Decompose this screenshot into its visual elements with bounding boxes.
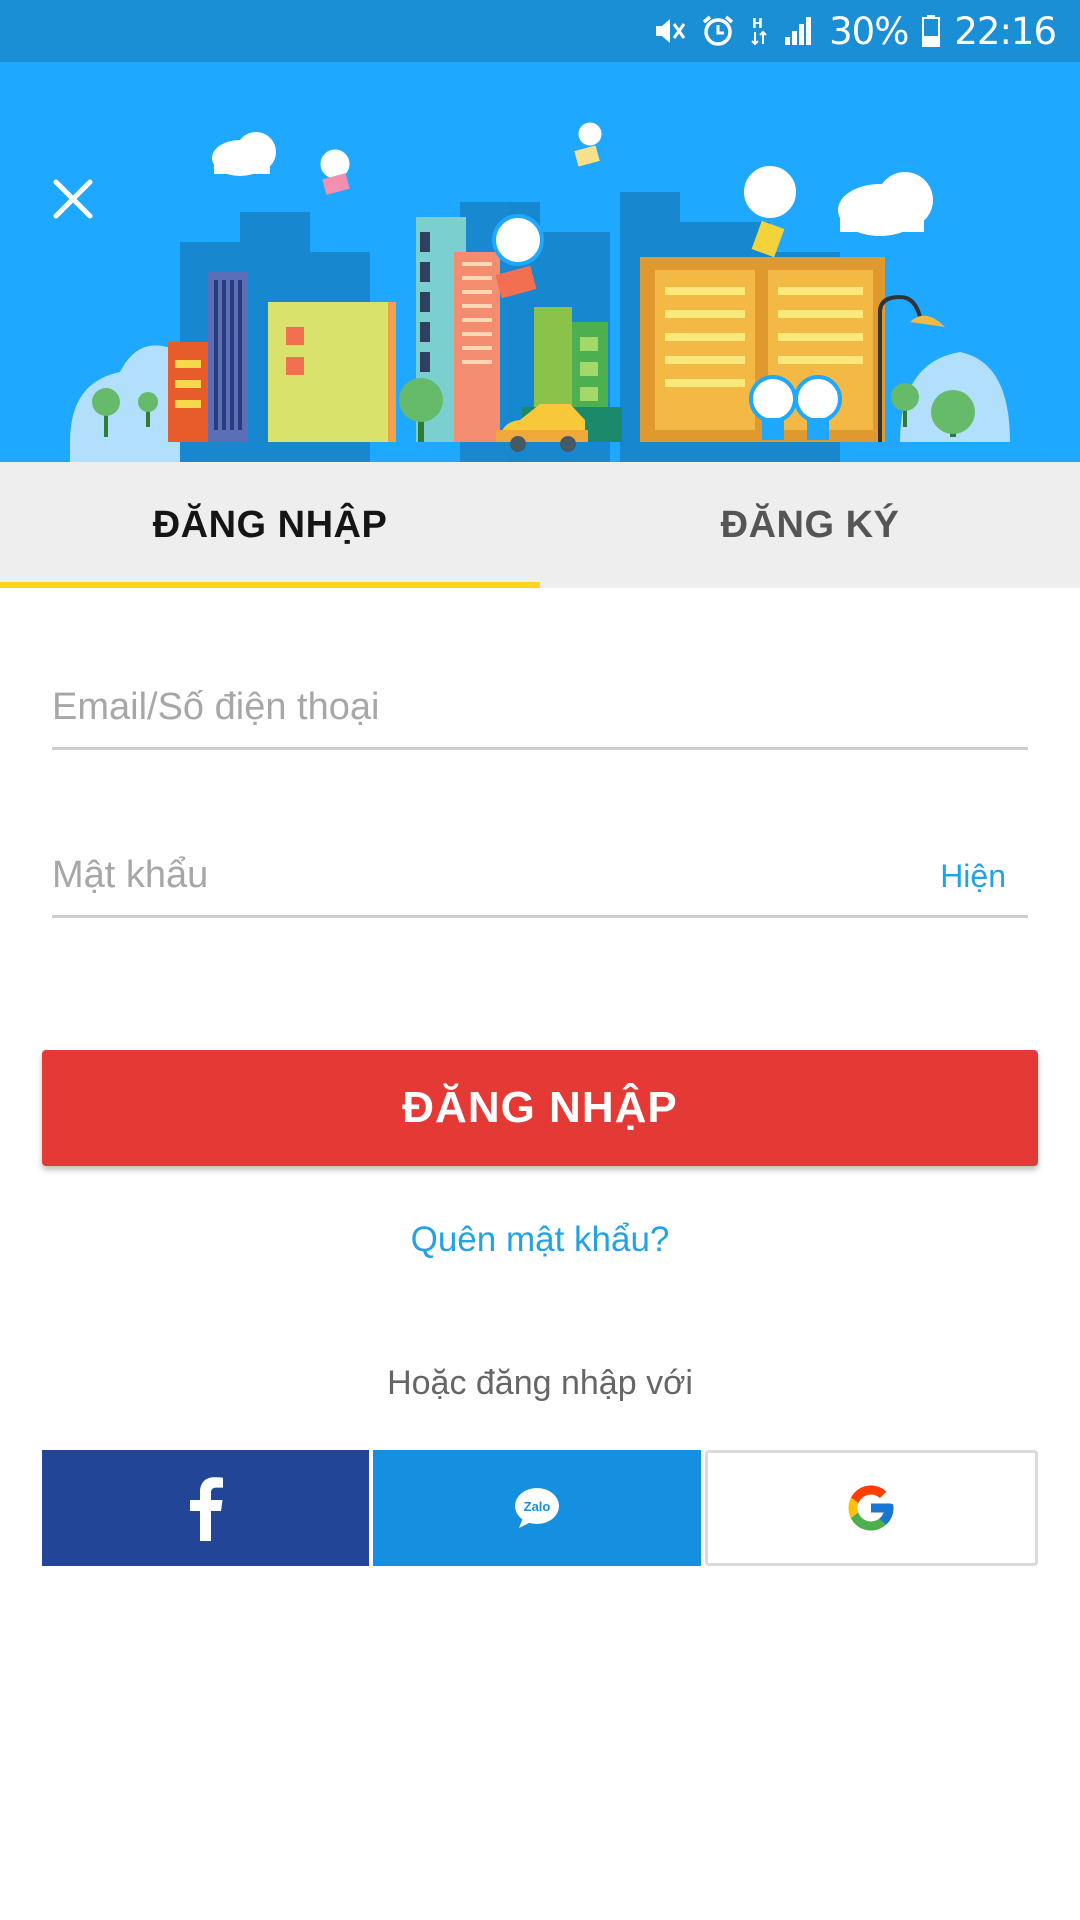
header-banner: [0, 62, 1080, 462]
google-login-button[interactable]: [704, 1450, 1038, 1566]
tab-register[interactable]: ĐĂNG KÝ: [540, 462, 1080, 588]
google-icon: [848, 1485, 894, 1531]
zalo-login-button[interactable]: Zalo: [373, 1450, 701, 1566]
svg-text:H: H: [752, 17, 763, 32]
battery-icon: [922, 11, 941, 51]
zalo-icon: Zalo: [514, 1488, 559, 1528]
show-password-toggle[interactable]: Hiện: [940, 858, 1006, 895]
signal-icon: [783, 11, 815, 51]
close-button[interactable]: [44, 170, 102, 228]
svg-text:Zalo: Zalo: [524, 1499, 551, 1514]
password-input[interactable]: [52, 845, 1028, 905]
forgot-password-link[interactable]: Quên mật khẩu?: [0, 1220, 1080, 1260]
password-field-container: Hiện: [52, 828, 1028, 918]
email-field-container: [52, 660, 1028, 750]
social-login-row: Zalo: [42, 1450, 1038, 1566]
facebook-icon: [189, 1477, 223, 1541]
alt-login-label: Hoặc đăng nhập với: [387, 1364, 693, 1402]
close-icon: [53, 179, 93, 219]
data-h-icon: H: [749, 11, 769, 51]
mute-icon: [653, 11, 687, 51]
city-illustration: [70, 119, 1010, 462]
battery-percent: 30%: [829, 9, 909, 53]
email-input[interactable]: [52, 677, 1028, 737]
status-bar: H 30% 22:16: [0, 0, 1080, 62]
login-button[interactable]: ĐĂNG NHẬP: [42, 1050, 1038, 1166]
clock: 22:16: [954, 9, 1057, 53]
facebook-login-button[interactable]: [42, 1450, 370, 1566]
alarm-icon: [701, 11, 735, 51]
auth-tabs: ĐĂNG NHẬP ĐĂNG KÝ: [0, 462, 1080, 588]
tab-login[interactable]: ĐĂNG NHẬP: [0, 462, 540, 588]
